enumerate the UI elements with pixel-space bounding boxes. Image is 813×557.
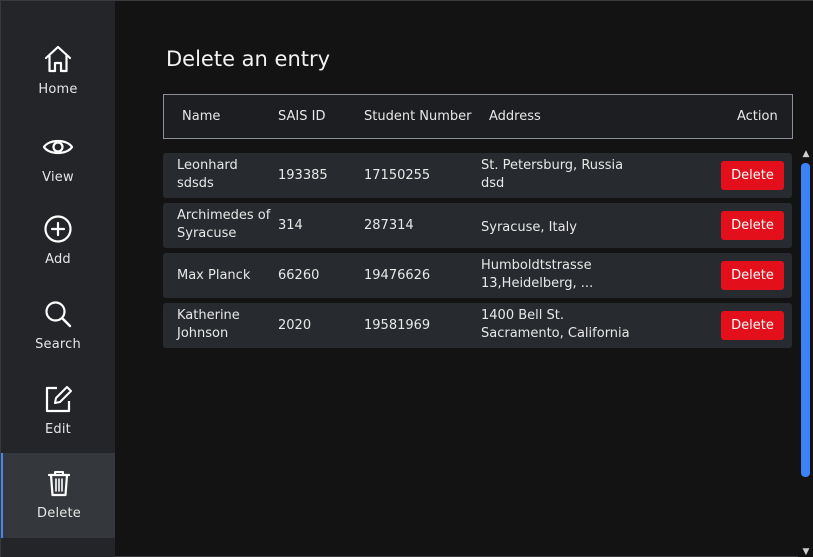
vertical-scrollbar[interactable]: ▲ ▼ [798,148,813,557]
table-header: Name SAIS ID Student Number Address Acti… [163,94,793,139]
delete-button[interactable]: Delete [721,261,784,290]
table-row: Leonhard sdsds 193385 17150255 St. Peter… [163,153,792,198]
name-line: Archimedes of [177,208,271,223]
address-line: Humboldtstrasse [481,258,592,273]
address-line: dsd [481,176,505,191]
column-header-sais-id: SAIS ID [278,109,326,124]
address-cell: 1400 Bell St. Sacramento, California [481,307,630,343]
sidebar-item-home[interactable]: Home [1,43,115,128]
name-line: Leonhard [177,158,238,173]
address-cell: St. Petersburg, Russia dsd [481,157,623,193]
name-line: Syracuse [177,226,237,241]
name-line: Katherine [177,308,240,323]
student-number-cell: 19581969 [364,318,431,333]
name-line: Johnson [177,326,229,341]
delete-button[interactable]: Delete [721,211,784,240]
name-cell: Leonhard sdsds [177,157,238,193]
student-number-cell: 287314 [364,218,414,233]
page-title: Delete an entry [166,47,331,71]
sais-id-cell: 193385 [278,168,328,183]
sidebar-item-label: View [42,170,74,185]
column-header-action: Action [737,109,778,124]
table-row: Max Planck 66260 19476626 Humboldtstrass… [163,253,792,298]
search-icon [45,301,72,328]
eye-icon [42,139,74,155]
sidebar-item-view[interactable]: View [1,131,115,216]
address-line: Sacramento, California [481,326,630,341]
name-cell: Max Planck [177,267,250,285]
delete-button[interactable]: Delete [721,161,784,190]
student-number-cell: 17150255 [364,168,431,183]
address-cell: Syracuse, Italy [481,219,577,237]
name-cell: Katherine Johnson [177,307,240,343]
student-number-cell: 19476626 [364,268,431,283]
sidebar-item-label: Delete [37,506,81,521]
sidebar-item-add[interactable]: Add [1,213,115,298]
address-cell: Humboldtstrasse 13,Heidelberg, ... [481,257,593,293]
name-line: Max Planck [177,268,251,283]
sais-id-cell: 66260 [278,268,320,283]
table-row: Archimedes of Syracuse 314 287314 Syracu… [163,203,792,248]
column-header-name: Name [182,109,221,124]
scroll-down-arrow-icon[interactable]: ▼ [800,546,812,557]
name-cell: Archimedes of Syracuse [177,207,270,243]
name-line: sdsds [177,176,214,191]
sidebar-item-label: Add [45,252,71,267]
sidebar-item-delete[interactable]: Delete [1,453,115,538]
plus-circle-icon [44,215,72,243]
scroll-up-arrow-icon[interactable]: ▲ [800,148,812,160]
address-line: St. Petersburg, Russia [481,158,624,173]
column-header-address: Address [489,109,541,124]
edit-icon [45,386,72,413]
address-line: Syracuse, Italy [481,220,577,235]
sais-id-cell: 314 [278,218,303,233]
app-window: Home View Add Search Edit Delete Delete … [0,0,813,557]
trash-icon [47,471,71,497]
address-line: 13,Heidelberg, ... [481,276,594,291]
scrollbar-thumb[interactable] [801,163,810,477]
home-icon [44,45,72,73]
sidebar-item-search[interactable]: Search [1,298,115,383]
sidebar-item-label: Search [35,337,81,352]
column-header-student-number: Student Number [364,109,472,124]
delete-button[interactable]: Delete [721,311,784,340]
table-row: Katherine Johnson 2020 19581969 1400 Bel… [163,303,792,348]
sidebar: Home View Add Search Edit Delete [1,1,115,557]
address-line: 1400 Bell St. [481,308,564,323]
sidebar-item-label: Home [38,82,78,97]
sais-id-cell: 2020 [278,318,312,333]
sidebar-item-label: Edit [45,422,71,437]
